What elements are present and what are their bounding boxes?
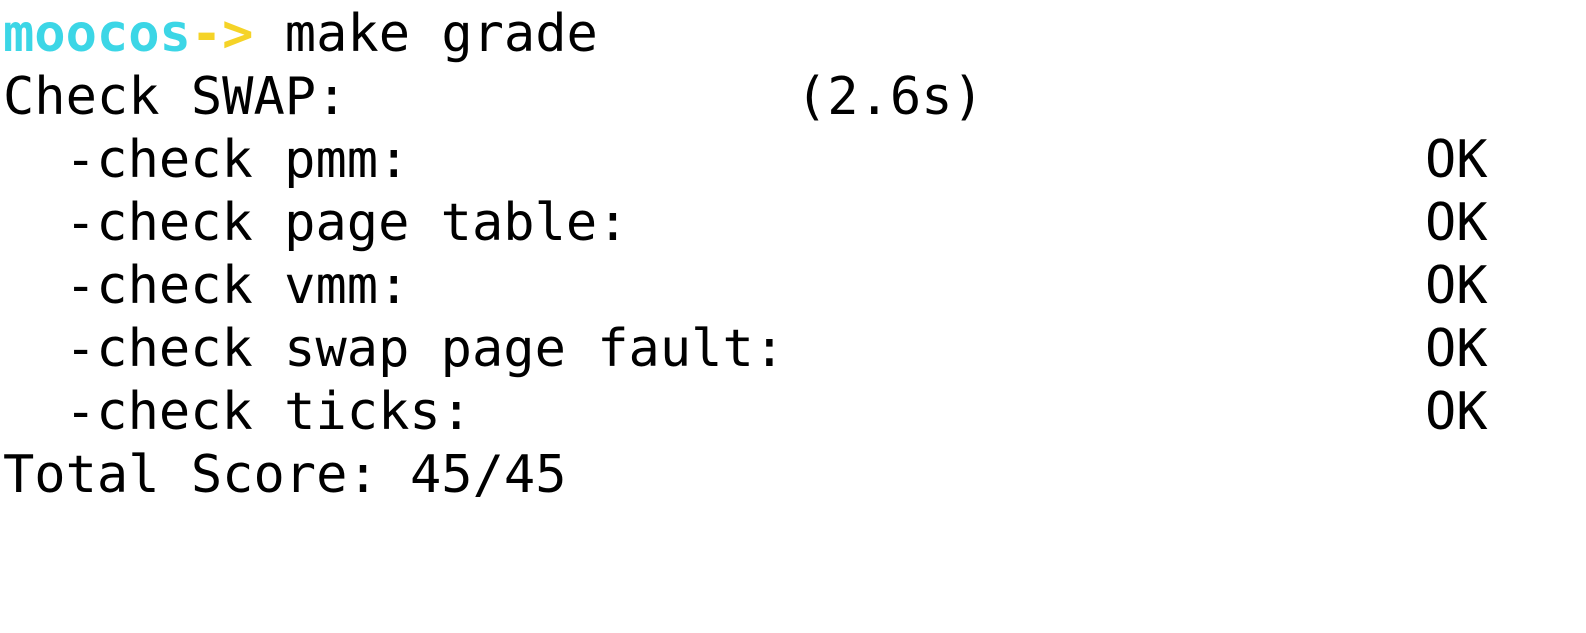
check-status: OK bbox=[1425, 130, 1488, 190]
check-row: -check pmm: OK bbox=[0, 129, 1586, 192]
prompt-user: moocos bbox=[3, 4, 191, 64]
check-status: OK bbox=[1425, 319, 1488, 379]
terminal-window[interactable]: moocos-> make grade Check SWAP: (2.6s) -… bbox=[0, 0, 1586, 518]
prompt-arrow: -> bbox=[190, 4, 254, 64]
check-row: -check vmm: OK bbox=[0, 255, 1586, 318]
check-status: OK bbox=[1425, 193, 1488, 253]
check-status: OK bbox=[1425, 256, 1488, 316]
total-score: Total Score: 45/45 bbox=[3, 445, 567, 505]
check-status: OK bbox=[1425, 382, 1488, 442]
check-label: -check pmm: bbox=[65, 130, 410, 190]
check-label: -check page table: bbox=[65, 193, 629, 253]
suite-line: Check SWAP: (2.6s) bbox=[0, 66, 1586, 129]
suite-label: Check SWAP: bbox=[3, 67, 348, 127]
prompt-line: moocos-> make grade bbox=[0, 3, 1586, 66]
check-row: -check ticks: OK bbox=[0, 381, 1586, 444]
check-label: -check ticks: bbox=[65, 382, 472, 442]
check-label: -check swap page fault: bbox=[65, 319, 786, 379]
check-row: -check swap page fault: OK bbox=[0, 318, 1586, 381]
check-row: -check page table: OK bbox=[0, 192, 1586, 255]
check-label: -check vmm: bbox=[65, 256, 410, 316]
total-score-line: Total Score: 45/45 bbox=[0, 444, 1586, 507]
suite-time: (2.6s) bbox=[796, 67, 984, 127]
command-text: make grade bbox=[284, 4, 598, 64]
